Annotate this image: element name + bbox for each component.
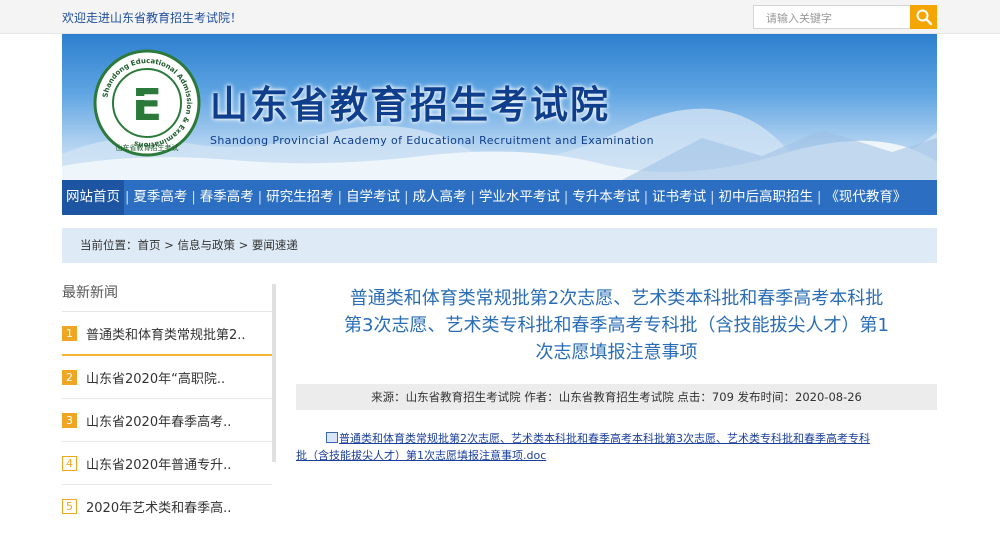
news-rank-badge: 5 [62, 499, 77, 514]
news-item[interactable]: 3 山东省2020年春季高考.. [62, 399, 272, 442]
news-item-link[interactable]: 山东省2020年普通专升.. [86, 454, 231, 473]
news-item-link[interactable]: 山东省2020年春季高考.. [86, 411, 231, 430]
org-title: 山东省教育招生考试院 [210, 83, 611, 127]
nav-item-graduate-exam[interactable]: 研究生招考 [263, 180, 337, 215]
nav-item-proficiency-test[interactable]: 学业水平考试 [476, 180, 563, 215]
article-title: 普通类和体育类常规批第2次志愿、艺术类本科批和春季高考本科批 第3次志愿、艺术类… [296, 285, 937, 366]
attachment-link-text[interactable]: 普通类和体育类常规批第2次志愿、艺术类本科批和春季高考本科批第3次志愿、艺术类专… [339, 432, 870, 445]
org-subtitle: Shandong Provincial Academy of Education… [210, 134, 655, 147]
nav-item-certificate-exam[interactable]: 证书考试 [649, 180, 709, 215]
article-title-line: 普通类和体育类常规批第2次志愿、艺术类本科批和春季高考本科批 [349, 288, 884, 309]
header-banner: Shandong Educational Admission & Examina… [62, 34, 937, 180]
attachment-link[interactable]: 普通类和体育类常规批第2次志愿、艺术类本科批和春季高考本科批第3次志愿、艺术类专… [296, 430, 937, 464]
article-meta: 来源：山东省教育招生考试院 作者：山东省教育招生考试院 点击：709 发布时间：… [296, 384, 937, 410]
search-button[interactable] [910, 5, 937, 29]
nav-item-adult-exam[interactable]: 成人高考 [409, 180, 469, 215]
document-icon [326, 432, 338, 443]
news-item-link[interactable]: 山东省2020年“高职院.. [86, 368, 225, 387]
nav-item-home[interactable]: 网站首页 [62, 180, 124, 215]
news-rank-badge: 2 [62, 369, 77, 385]
news-rank-badge: 3 [62, 412, 77, 428]
news-item[interactable]: 2 山东省2020年“高职院.. [62, 356, 272, 399]
nav-item-self-study-exam[interactable]: 自学考试 [343, 180, 403, 215]
sidebar-scrollbar[interactable] [272, 284, 276, 462]
nav-item-modern-education[interactable]: 《现代教育》 [822, 180, 909, 215]
attachment-link-text[interactable]: 批（含技能拔尖人才）第1次志愿填报注意事项.doc [296, 449, 546, 462]
news-item[interactable]: 5 2020年艺术类和春季高.. [62, 485, 272, 528]
news-item[interactable]: 1 普通类和体育类常规批第2.. [62, 312, 272, 356]
news-item-link[interactable]: 普通类和体育类常规批第2.. [86, 324, 246, 343]
news-item[interactable]: 4 山东省2020年普通专升.. [62, 442, 272, 485]
nav-item-upgrade-exam[interactable]: 专升本考试 [569, 180, 643, 215]
breadcrumb: 当前位置：首页 > 信息与政策 > 要闻速递 [62, 228, 937, 263]
nav-item-vocational-admission[interactable]: 初中后高职招生 [716, 180, 817, 215]
article-title-line: 次志愿填报注意事项 [535, 342, 698, 363]
news-rank-badge: 4 [62, 455, 77, 471]
academy-logo: Shandong Educational Admission & Examina… [93, 49, 201, 157]
main-nav: 网站首页 | 夏季高考 | 春季高考 | 研究生招考 | 自学考试 | 成人高考… [62, 180, 937, 215]
news-item-link[interactable]: 2020年艺术类和春季高.. [86, 497, 231, 516]
nav-item-spring-exam[interactable]: 春季高考 [197, 180, 257, 215]
article-title-line: 第3次志愿、艺术类专科批和春季高考专科批（含技能拔尖人才）第1 [344, 315, 889, 336]
search-input[interactable]: 请输入关键字 [753, 5, 911, 29]
news-rank-badge: 1 [62, 325, 77, 341]
search-icon [916, 9, 932, 26]
logo-letter: E [132, 80, 162, 131]
nav-item-summer-exam[interactable]: 夏季高考 [130, 180, 190, 215]
latest-news-sidebar: 最新新闻 1 普通类和体育类常规批第2.. 2 山东省2020年“高职院.. 3… [62, 280, 272, 528]
welcome-text: 欢迎走进山东省教育招生考试院！ [62, 11, 243, 25]
top-bar: 欢迎走进山东省教育招生考试院！ 请输入关键字 [0, 0, 1000, 34]
sidebar-title: 最新新闻 [62, 280, 272, 312]
logo-inner-text: 山东省教育招生考试 [116, 143, 179, 152]
